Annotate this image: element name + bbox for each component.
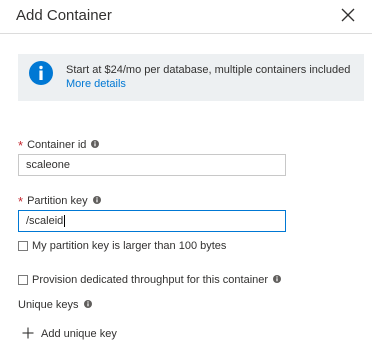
container-id-input[interactable]: scaleone [18, 154, 286, 176]
info-icon[interactable] [92, 196, 101, 205]
info-icon[interactable] [273, 275, 282, 284]
info-banner: Start at $24/mo per database, multiple c… [18, 54, 364, 101]
add-unique-key-button[interactable]: Add unique key [22, 327, 117, 340]
info-icon[interactable] [91, 140, 100, 149]
partition-key-label-text: Partition key [27, 195, 88, 207]
panel-title: Add Container [16, 7, 112, 24]
large-partition-key-label[interactable]: My partition key is larger than 100 byte… [32, 240, 226, 252]
unique-keys-label: Unique keys [18, 299, 92, 311]
unique-keys-label-text: Unique keys [18, 299, 79, 311]
dedicated-throughput-checkbox[interactable] [18, 275, 28, 285]
panel-header: Add Container [0, 0, 372, 34]
container-id-label-text: Container id [27, 139, 87, 151]
text-caret [64, 215, 66, 228]
info-icon[interactable] [83, 300, 92, 309]
partition-key-input[interactable]: /scaleid [18, 210, 286, 232]
dedicated-throughput-label[interactable]: Provision dedicated throughput for this … [32, 274, 282, 286]
more-details-link[interactable]: More details [66, 78, 126, 90]
required-asterisk: * [18, 138, 24, 153]
container-id-value: scaleone [26, 159, 71, 171]
banner-message: Start at $24/mo per database, multiple c… [66, 64, 351, 76]
info-icon [29, 61, 53, 85]
close-button[interactable] [336, 3, 360, 27]
plus-icon [22, 327, 34, 339]
large-partition-key-checkbox[interactable] [18, 241, 28, 251]
partition-key-label: * Partition key [18, 192, 101, 209]
add-unique-key-label: Add unique key [41, 328, 117, 340]
close-icon [341, 8, 355, 22]
required-asterisk: * [18, 194, 24, 209]
dedicated-throughput-label-text: Provision dedicated throughput for this … [32, 274, 269, 286]
partition-key-value: /scaleid [26, 215, 64, 227]
container-id-label: * Container id [18, 136, 100, 153]
